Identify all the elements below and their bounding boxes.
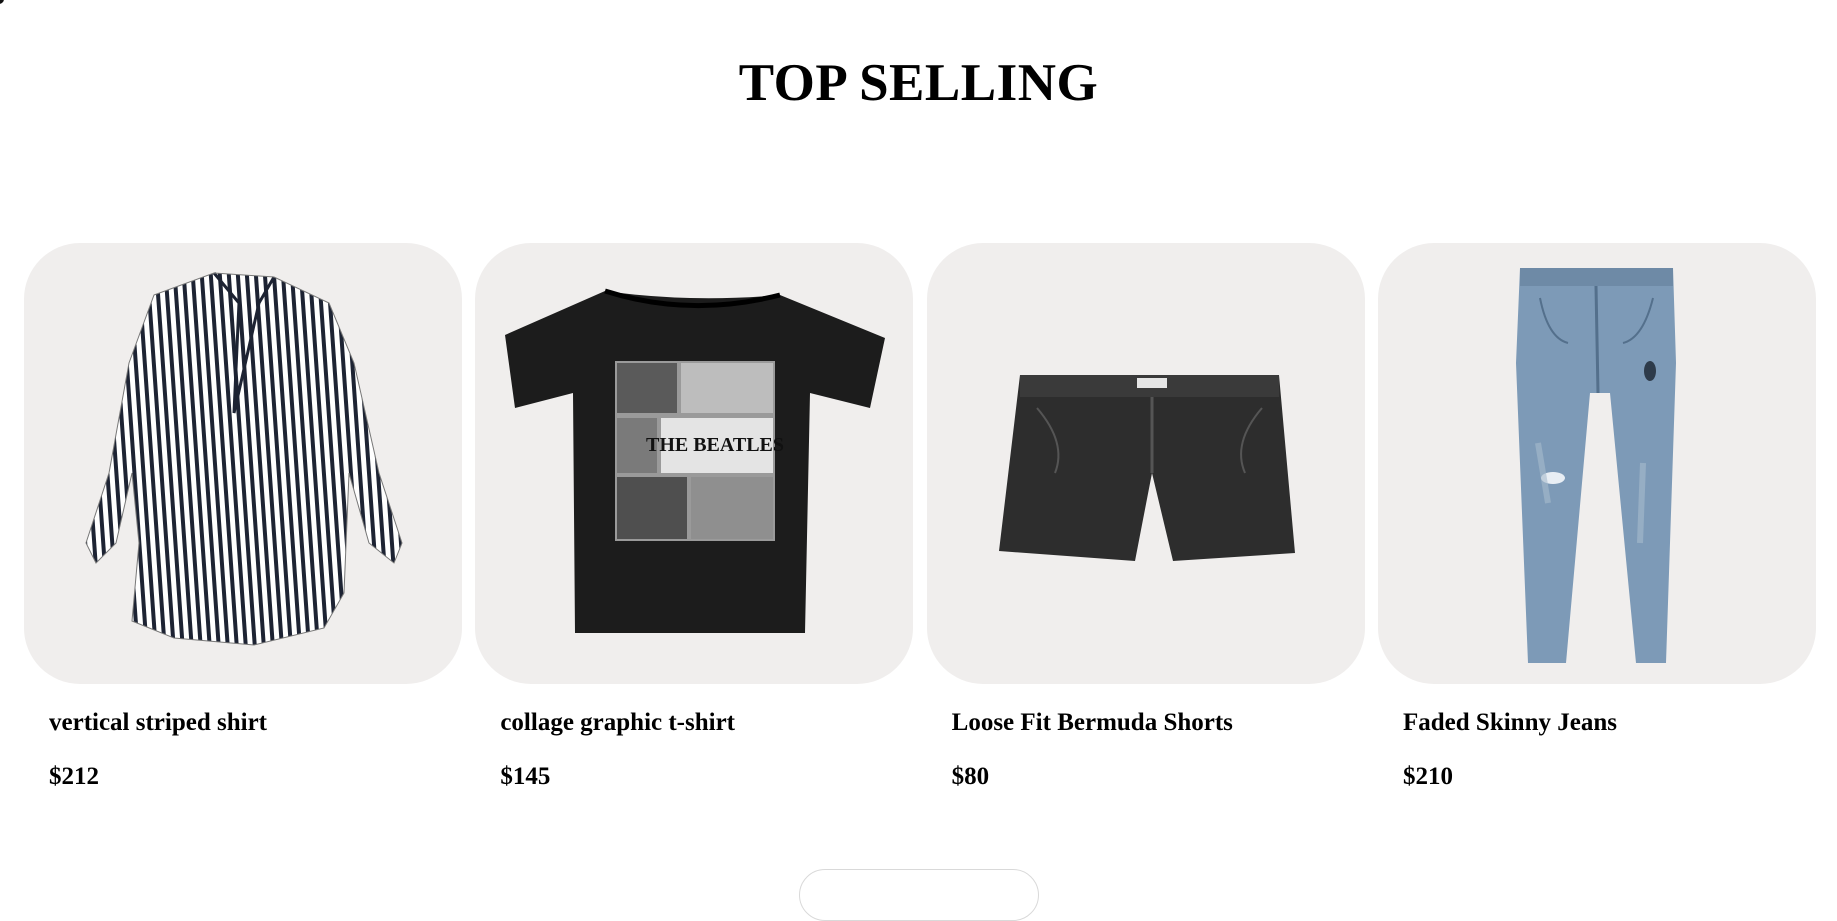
corner-dot [0, 0, 4, 4]
product-name[interactable]: collage graphic t-shirt [475, 707, 913, 738]
product-image[interactable]: THE BEATLES [475, 243, 914, 684]
product-card[interactable]: Faded Skinny Jeans $210 [1377, 243, 1816, 793]
product-price: $145 [500, 763, 551, 791]
striped-shirt-image [85, 272, 403, 646]
product-card[interactable]: vertical striped shirt $212 [24, 243, 462, 793]
product-name[interactable]: Loose Fit Bermuda Shorts [927, 707, 1365, 738]
denim-shorts-image [998, 375, 1295, 561]
section-title: TOP SELLING [738, 54, 1099, 112]
product-price: $80 [951, 763, 990, 791]
product-image[interactable] [926, 243, 1365, 684]
skinny-jeans-image [1515, 268, 1676, 663]
product-card[interactable]: Loose Fit Bermuda Shorts $80 [926, 243, 1365, 793]
product-name[interactable]: vertical striped shirt [24, 707, 462, 738]
product-name[interactable]: Faded Skinny Jeans [1378, 707, 1816, 738]
product-price: $210 [1402, 763, 1453, 791]
graphic-tshirt-image: THE BEATLES [505, 288, 886, 633]
tshirt-graphic-text: THE BEATLES [646, 434, 784, 456]
product-image[interactable] [24, 243, 462, 684]
view-all-button[interactable] [799, 869, 1039, 921]
product-card[interactable]: THE BEATLES collage graphic t-shirt $145 [475, 243, 914, 793]
product-image[interactable] [1377, 243, 1816, 684]
product-price: $212 [49, 763, 99, 791]
product-grid: vertical striped shirt $212 THE BEATLES … [24, 243, 1816, 793]
